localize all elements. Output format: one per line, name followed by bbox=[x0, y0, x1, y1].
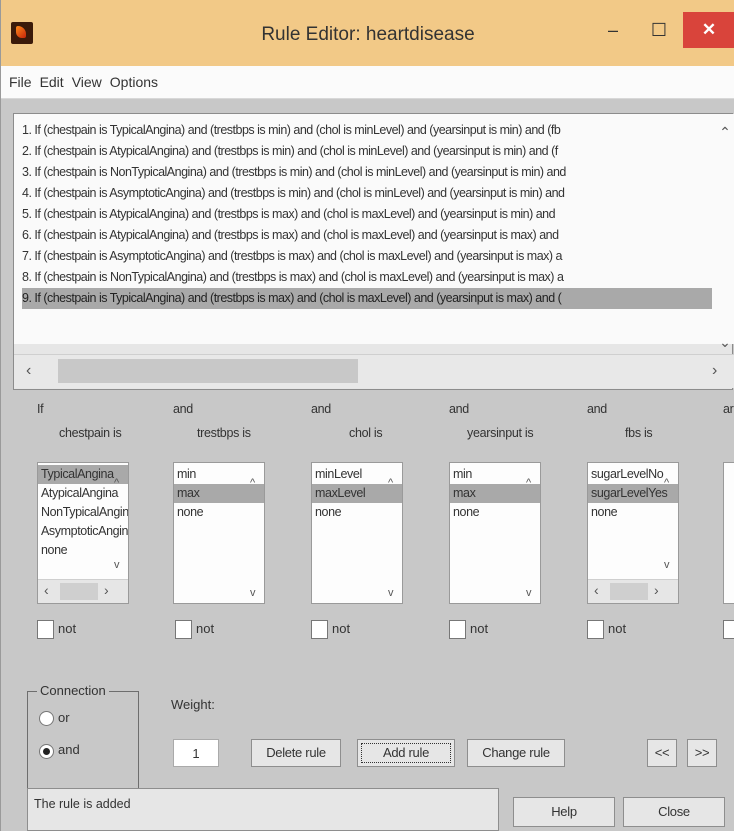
chestpain-list[interactable]: TypicalAngina AtypicalAngina NonTypicalA… bbox=[37, 462, 129, 604]
not-checkbox-chestpain[interactable] bbox=[37, 620, 54, 639]
connection-group bbox=[27, 691, 139, 791]
prev-rule-button[interactable]: << bbox=[647, 739, 677, 767]
and-label: and bbox=[58, 742, 80, 757]
scroll-down-icon[interactable]: v bbox=[114, 559, 120, 571]
rule-row[interactable]: 8. If (chestpain is NonTypicalAngina) an… bbox=[22, 267, 712, 288]
scroll-right-icon[interactable]: › bbox=[104, 582, 109, 598]
or-radio[interactable] bbox=[39, 711, 54, 726]
scroll-right-icon[interactable]: › bbox=[712, 362, 717, 380]
menu-options[interactable]: Options bbox=[110, 74, 158, 90]
rules-horizontal-scrollbar[interactable]: ‹ › bbox=[14, 354, 734, 388]
help-button[interactable]: Help bbox=[513, 797, 615, 827]
maximize-button[interactable]: ☐ bbox=[637, 12, 681, 48]
scroll-left-icon[interactable]: ‹ bbox=[594, 582, 599, 598]
rule-row[interactable]: 7. If (chestpain is AsymptoticAngina) an… bbox=[22, 246, 712, 267]
scrollbar-thumb[interactable] bbox=[610, 583, 648, 600]
connector-and-label: and bbox=[587, 402, 607, 416]
list-horizontal-scrollbar[interactable]: ‹ › bbox=[588, 579, 678, 603]
scroll-down-icon[interactable]: v bbox=[388, 587, 394, 599]
connector-and-label: ar bbox=[723, 402, 734, 416]
rule-row[interactable]: 5. If (chestpain is AtypicalAngina) and … bbox=[22, 204, 712, 225]
scroll-down-icon[interactable]: v bbox=[250, 587, 256, 599]
not-label: not bbox=[608, 621, 627, 636]
and-radio[interactable] bbox=[39, 744, 54, 759]
or-label: or bbox=[58, 710, 70, 725]
menu-view[interactable]: View bbox=[72, 74, 102, 90]
not-label: not bbox=[470, 621, 489, 636]
scroll-left-icon[interactable]: ‹ bbox=[44, 582, 49, 598]
weight-label: Weight: bbox=[171, 697, 215, 712]
list-item[interactable]: AsymptoticAngina bbox=[38, 522, 128, 541]
next-rule-button[interactable]: >> bbox=[687, 739, 717, 767]
scroll-up-icon[interactable]: ^ bbox=[388, 477, 393, 489]
yearsinput-label: yearsinput is bbox=[467, 426, 534, 440]
not-label: not bbox=[58, 621, 77, 636]
add-rule-button[interactable]: Add rule bbox=[357, 739, 455, 767]
connector-and-label: and bbox=[449, 402, 469, 416]
connector-and-label: and bbox=[173, 402, 193, 416]
change-rule-button[interactable]: Change rule bbox=[467, 739, 565, 767]
connection-title: Connection bbox=[37, 683, 109, 698]
scroll-up-icon[interactable]: ^ bbox=[664, 477, 669, 489]
scroll-left-icon[interactable]: ‹ bbox=[26, 362, 31, 380]
rules-list[interactable]: 1. If (chestpain is TypicalAngina) and (… bbox=[14, 114, 734, 344]
weight-input[interactable]: 1 bbox=[173, 739, 219, 767]
connector-if-label: If bbox=[37, 402, 44, 416]
rule-row[interactable]: 1. If (chestpain is TypicalAngina) and (… bbox=[22, 120, 712, 141]
connector-and-label: and bbox=[311, 402, 331, 416]
scroll-up-icon[interactable]: ^ bbox=[526, 477, 531, 489]
fbs-label: fbs is bbox=[625, 426, 653, 440]
scroll-down-icon[interactable]: v bbox=[526, 587, 532, 599]
rule-row[interactable]: 2. If (chestpain is AtypicalAngina) and … bbox=[22, 141, 712, 162]
scroll-up-icon[interactable]: ^ bbox=[114, 477, 119, 489]
rule-row[interactable]: 4. If (chestpain is AsymptoticAngina) an… bbox=[22, 183, 712, 204]
list-item[interactable]: none bbox=[38, 541, 128, 560]
not-checkbox-yearsinput[interactable] bbox=[449, 620, 466, 639]
list-item[interactable]: none bbox=[174, 503, 264, 522]
not-checkbox-partial[interactable] bbox=[723, 620, 734, 639]
chol-list[interactable]: minLevel maxLevel none ^ v bbox=[311, 462, 403, 604]
list-item[interactable]: none bbox=[312, 503, 402, 522]
not-checkbox-trestbps[interactable] bbox=[175, 620, 192, 639]
scroll-right-icon[interactable]: › bbox=[654, 582, 659, 598]
menu-edit[interactable]: Edit bbox=[40, 74, 64, 90]
rule-row[interactable]: 3. If (chestpain is NonTypicalAngina) an… bbox=[22, 162, 712, 183]
menu-file[interactable]: File bbox=[9, 74, 32, 90]
scroll-down-icon[interactable]: v bbox=[664, 559, 670, 571]
scrollbar-thumb[interactable] bbox=[60, 583, 98, 600]
menu-bar: File Edit View Options bbox=[1, 66, 734, 99]
fbs-list[interactable]: sugarLevelNo sugarLevelYes none ^ v ‹ › bbox=[587, 462, 679, 604]
list-item[interactable]: NonTypicalAngina bbox=[38, 503, 128, 522]
list-item[interactable]: none bbox=[450, 503, 540, 522]
not-checkbox-chol[interactable] bbox=[311, 620, 328, 639]
rules-vertical-scrollbar[interactable]: ⌃ ⌄ bbox=[716, 118, 734, 358]
list-horizontal-scrollbar[interactable]: ‹ › bbox=[38, 579, 128, 603]
scroll-up-icon[interactable]: ^ bbox=[250, 477, 255, 489]
title-bar[interactable]: Rule Editor: heartdisease – ☐ ✕ bbox=[1, 0, 734, 66]
list-item[interactable]: none bbox=[588, 503, 678, 522]
rule-row-selected[interactable]: 9. If (chestpain is TypicalAngina) and (… bbox=[22, 288, 712, 309]
scroll-up-icon[interactable]: ⌃ bbox=[716, 124, 734, 141]
chestpain-label: chestpain is bbox=[59, 426, 122, 440]
not-checkbox-fbs[interactable] bbox=[587, 620, 604, 639]
rule-row[interactable]: 6. If (chestpain is AtypicalAngina) and … bbox=[22, 225, 712, 246]
rule-editor-window: Rule Editor: heartdisease – ☐ ✕ File Edi… bbox=[0, 0, 734, 831]
trestbps-label: trestbps is bbox=[197, 426, 251, 440]
trestbps-list[interactable]: min max none ^ v bbox=[173, 462, 265, 604]
close-button[interactable]: Close bbox=[623, 797, 725, 827]
rules-panel: 1. If (chestpain is TypicalAngina) and (… bbox=[13, 113, 734, 390]
scroll-down-icon[interactable]: ⌄ bbox=[716, 334, 734, 351]
not-label: not bbox=[332, 621, 351, 636]
not-label: not bbox=[196, 621, 215, 636]
delete-rule-button[interactable]: Delete rule bbox=[251, 739, 341, 767]
scrollbar-thumb[interactable] bbox=[58, 359, 358, 383]
status-bar: The rule is added bbox=[27, 788, 499, 831]
partial-variable-list[interactable] bbox=[723, 462, 734, 604]
close-window-button[interactable]: ✕ bbox=[683, 12, 734, 48]
yearsinput-list[interactable]: min max none ^ v bbox=[449, 462, 541, 604]
chol-label: chol is bbox=[349, 426, 383, 440]
minimize-button[interactable]: – bbox=[591, 12, 635, 48]
